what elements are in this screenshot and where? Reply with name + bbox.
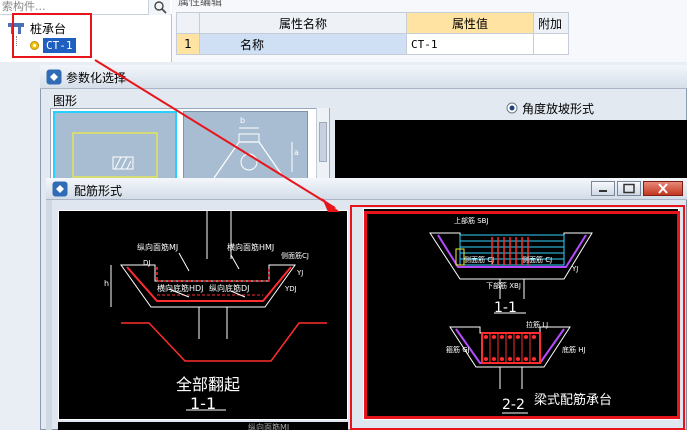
annotation-arrow [94,59,340,212]
